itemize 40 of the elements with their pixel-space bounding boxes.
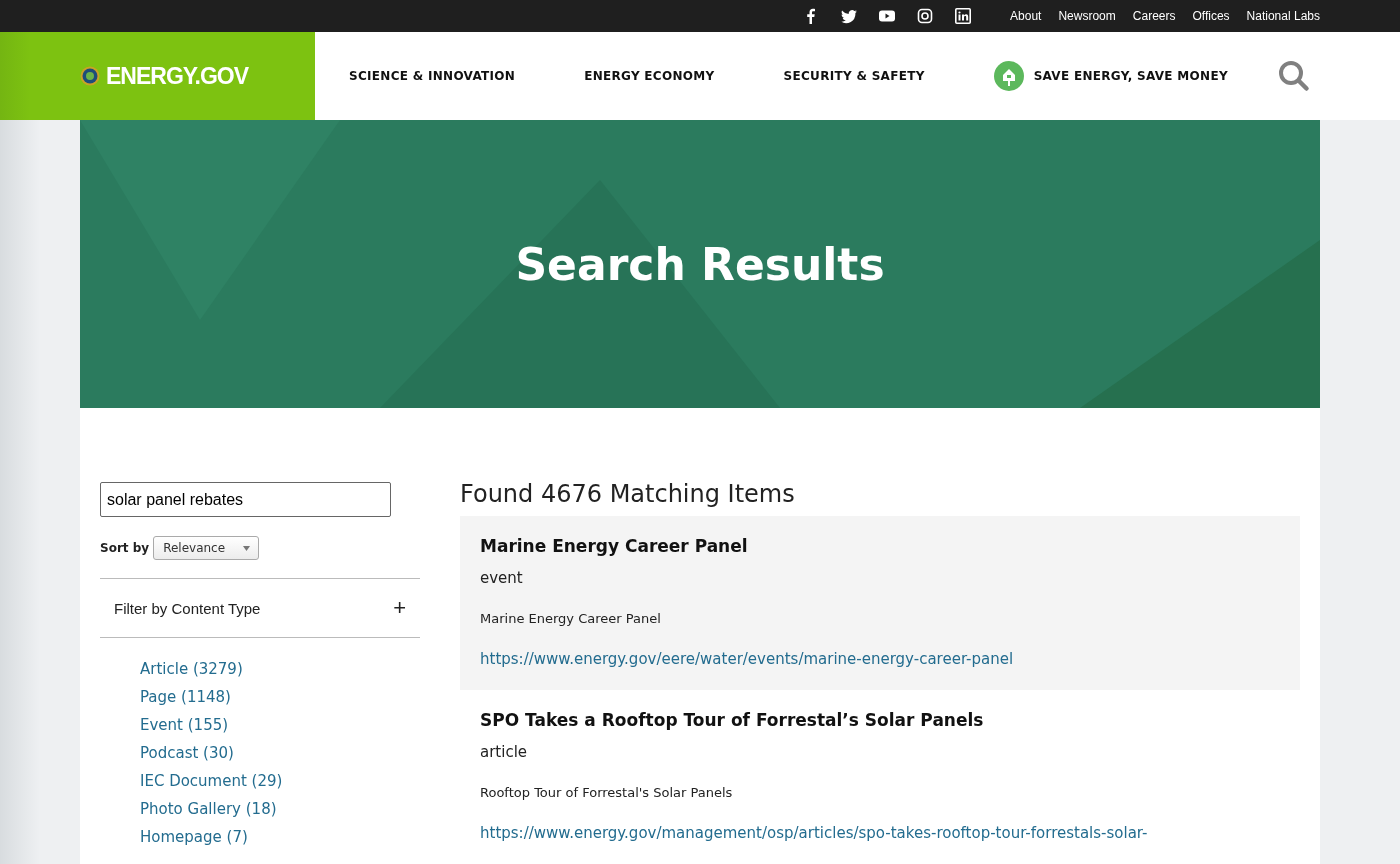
top-link[interactable]: Careers [1132, 9, 1176, 23]
result-title: SPO Takes a Rooftop Tour of Forrestal’s Solar Panels [480, 710, 985, 730]
search-icon[interactable] [1277, 60, 1310, 92]
result-card[interactable]: Marine Energy Career Panel event Marine Energy Career Panel https://www.energy.gov/eere/water/events/marine-energy-career-panel [460, 516, 1300, 690]
result-type: event [480, 569, 524, 587]
result-summary: Marine Energy Career Panel [480, 611, 662, 626]
top-link[interactable]: About [1010, 9, 1042, 23]
sort-dropdown[interactable]: Relevance [153, 536, 260, 560]
play-icon[interactable] [879, 8, 896, 24]
result-link[interactable]: https://www.energy.gov/management/osp/articles/spo-takes-rooftop-tour-forrestals-solar- [480, 824, 1280, 842]
filter-link[interactable]: Event (155) [140, 711, 420, 739]
filter-link[interactable]: IEC Document (29) [140, 767, 420, 795]
site-logo: ENERGY.GOV [106, 62, 249, 90]
filter-link[interactable]: Homepage (7) [140, 823, 420, 851]
page-title: Search Results [515, 238, 885, 290]
bird-icon[interactable] [841, 8, 858, 24]
filter-link[interactable]: Podcast (30) [140, 739, 420, 767]
top-link[interactable]: Offices [1192, 9, 1230, 23]
nav-link[interactable]: SECURITY & SAFETY [783, 69, 925, 83]
filter-link[interactable]: Article (3279) [140, 655, 420, 683]
caret-icon [243, 545, 251, 551]
nav-link[interactable]: SAVE ENERGY, SAVE MONEY [993, 61, 1228, 91]
result-summary: Rooftop Tour of Forrestal's Solar Panels [480, 785, 734, 800]
filter-link[interactable]: Page (1148) [140, 683, 420, 711]
top-link[interactable]: National Labs [1246, 9, 1320, 23]
seal-icon [80, 66, 100, 86]
result-title: Marine Energy Career Panel [480, 536, 749, 556]
filter-header[interactable]: Filter by Content Type + [100, 578, 420, 638]
result-type: article [480, 743, 529, 761]
search-field[interactable]: solar panel rebates [100, 482, 391, 517]
top-link[interactable]: Newsroom [1058, 9, 1116, 23]
house-plug-icon [993, 61, 1024, 91]
linkedin-icon[interactable] [955, 8, 972, 24]
camera-icon[interactable] [917, 8, 934, 24]
result-link[interactable]: https://www.energy.gov/eere/water/events/marine-energy-career-panel [480, 650, 1280, 668]
nav-link[interactable]: ENERGY ECONOMY [584, 69, 715, 83]
results-heading: Found 4676 Matching Items [460, 480, 796, 508]
nav-link[interactable]: SCIENCE & INNOVATION [349, 69, 516, 83]
filter-link[interactable]: Photo Gallery (18) [140, 795, 420, 823]
sort-label: Sort by [100, 541, 150, 555]
